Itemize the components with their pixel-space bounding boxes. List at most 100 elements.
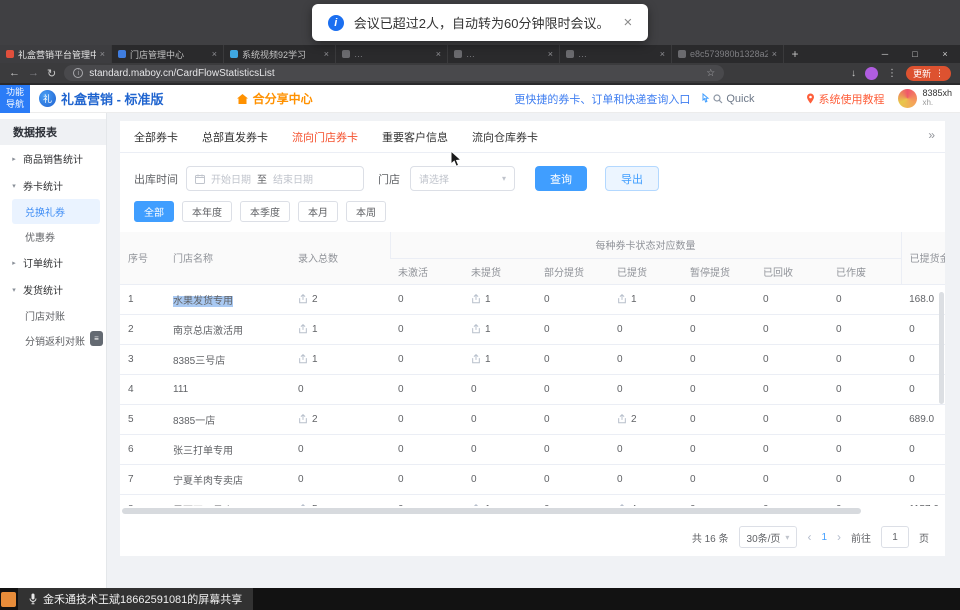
sidebar-item-card-stats[interactable]: ▾ 券卡统计 <box>0 172 106 199</box>
tab-store-flow-cards[interactable]: 流向门店券卡 <box>292 129 358 145</box>
sidebar-item-store-reconciliation[interactable]: 门店对账 <box>0 303 106 328</box>
link-icon[interactable] <box>298 504 308 506</box>
panel-collapse-icon[interactable]: » <box>928 128 933 142</box>
table-row[interactable]: 6 张三打单专用 0 0 0 0 0 0 0 <box>120 434 945 464</box>
sidebar-item-exchange-coupon[interactable]: 兑换礼券 <box>12 199 100 224</box>
prev-page-icon[interactable]: ‹ <box>807 530 811 544</box>
sidebar-item-product-sales[interactable]: ▸ 商品销售统计 <box>0 145 106 172</box>
tab-all-cards[interactable]: 全部券卡 <box>134 129 178 145</box>
link-icon[interactable] <box>298 354 308 364</box>
vertical-scrollbar-thumb[interactable] <box>939 292 944 404</box>
page-size-select[interactable]: 30条/页 ▾ <box>739 526 798 548</box>
row-index: 8 <box>128 504 134 507</box>
link-icon[interactable] <box>298 294 308 304</box>
tab-important-customers[interactable]: 重要客户信息 <box>382 129 448 145</box>
system-tutorial-link[interactable]: 系统使用教程 <box>806 91 884 107</box>
tab-close-icon[interactable]: × <box>212 49 217 59</box>
table-row[interactable]: 5 8385一店 2 0 0 0 2 0 0 <box>120 404 945 434</box>
store-select[interactable]: 请选择 ▾ <box>410 166 515 191</box>
inactive-count: 0 <box>398 294 404 305</box>
taskbar-app-icon[interactable] <box>1 592 16 607</box>
quick-filter-all[interactable]: 全部 <box>134 201 174 222</box>
sidebar-item-discount-coupon[interactable]: 优惠券 <box>0 224 106 249</box>
table-row[interactable]: 4 111 0 0 0 0 0 0 0 <box>120 374 945 404</box>
taskbar: 金禾通技术王斌18662591081的屏幕共享 <box>0 588 960 610</box>
not-picked-count: 1 <box>485 354 491 365</box>
link-icon[interactable] <box>298 414 308 424</box>
share-center-icon <box>236 93 249 105</box>
tab-hq-direct-cards[interactable]: 总部直发券卡 <box>202 129 268 145</box>
inactive-count: 0 <box>398 324 404 335</box>
paused-count: 0 <box>690 384 696 395</box>
chevron-right-icon: ▸ <box>10 259 18 267</box>
date-range-input[interactable]: 开始日期 至 结束日期 <box>186 166 364 191</box>
browser-tab[interactable]: … × <box>560 45 672 63</box>
sidebar-collapse-handle[interactable]: ≡ <box>90 331 103 346</box>
not-picked-count: 0 <box>471 444 477 455</box>
quick-search[interactable]: Quick <box>700 93 754 105</box>
bookmark-star-icon[interactable]: ☆ <box>706 68 715 79</box>
back-icon[interactable]: ← <box>9 67 20 79</box>
goto-page-input[interactable]: 1 <box>881 526 909 548</box>
link-icon[interactable] <box>617 414 627 424</box>
share-center-link[interactable]: 合分享中心 <box>236 90 313 107</box>
url-field[interactable]: i standard.maboy.cn/CardFlowStatisticsLi… <box>64 65 724 81</box>
current-page[interactable]: 1 <box>821 532 827 543</box>
function-nav-button[interactable]: 功能导航 <box>0 85 30 113</box>
next-page-icon[interactable]: › <box>837 530 841 544</box>
sidebar-item-order-stats[interactable]: ▸ 订单统计 <box>0 249 106 276</box>
quick-filter-year[interactable]: 本年度 <box>182 201 232 222</box>
link-icon[interactable] <box>617 504 627 506</box>
link-icon[interactable] <box>471 294 481 304</box>
maximize-button[interactable]: □ <box>900 45 930 63</box>
link-icon[interactable] <box>298 324 308 334</box>
close-icon[interactable]: × <box>623 14 632 31</box>
download-icon[interactable]: ↓ <box>851 68 856 79</box>
link-icon[interactable] <box>471 324 481 334</box>
forward-icon[interactable]: → <box>28 67 39 79</box>
quick-filter-quarter[interactable]: 本季度 <box>240 201 290 222</box>
browser-update-button[interactable]: 更新 ⋮ <box>906 66 951 81</box>
minimize-button[interactable]: ─ <box>870 45 900 63</box>
row-index: 1 <box>128 294 134 305</box>
tab-close-icon[interactable]: × <box>548 49 553 59</box>
browser-tab[interactable]: … × <box>448 45 560 63</box>
not-picked-count: 1 <box>485 324 491 335</box>
table-row[interactable]: 3 8385三号店 1 0 1 0 0 0 0 <box>120 344 945 374</box>
table-row[interactable]: 7 宁夏羊肉专卖店 0 0 0 0 0 0 0 <box>120 464 945 494</box>
export-button[interactable]: 导出 <box>605 166 659 191</box>
table-row[interactable]: 2 南京总店激活用 1 0 1 0 0 0 0 <box>120 314 945 344</box>
site-info-icon[interactable]: i <box>73 68 83 78</box>
tab-close-icon[interactable]: × <box>660 49 665 59</box>
sidebar-item-shipping-stats[interactable]: ▾ 发货统计 <box>0 276 106 303</box>
new-tab-button[interactable]: + <box>784 45 806 63</box>
browser-tab[interactable]: e8c573980b1328a258fd2e6f… × <box>672 45 784 63</box>
browser-tab[interactable]: 门店管理中心 × <box>112 45 224 63</box>
table-row[interactable]: 1 水果发货专用 2 0 1 0 1 0 0 <box>120 284 945 314</box>
favicon <box>118 50 126 58</box>
kebab-menu-icon[interactable]: ⋮ <box>887 68 897 79</box>
browser-profile-avatar[interactable] <box>865 67 878 80</box>
browser-tab[interactable]: 礼盒营销平台管理中心 × <box>0 45 112 63</box>
link-icon[interactable] <box>471 354 481 364</box>
quick-entry-promo-link[interactable]: 更快捷的券卡、订单和快递查询入口 <box>514 91 690 107</box>
tab-close-icon[interactable]: × <box>772 49 777 59</box>
tab-close-icon[interactable]: × <box>100 49 105 59</box>
link-icon[interactable] <box>617 294 627 304</box>
horizontal-scrollbar-thumb[interactable] <box>122 508 861 514</box>
user-menu[interactable]: 8385xh xh. <box>898 89 952 108</box>
tab-warehouse-flow-cards[interactable]: 流向仓库券卡 <box>472 129 538 145</box>
window-close-button[interactable]: × <box>930 45 960 63</box>
table-row[interactable]: 8 墨西哥三号店 5 0 1 0 4 0 0 <box>120 494 945 506</box>
link-icon[interactable] <box>471 504 481 506</box>
screen-share-indicator[interactable]: 金禾通技术王斌18662591081的屏幕共享 <box>18 588 253 610</box>
quick-filter-week[interactable]: 本周 <box>346 201 386 222</box>
goto-unit: 页 <box>919 530 929 545</box>
quick-filter-month[interactable]: 本月 <box>298 201 338 222</box>
tab-close-icon[interactable]: × <box>436 49 441 59</box>
browser-tab[interactable]: 系统视频92学习 × <box>224 45 336 63</box>
refresh-icon[interactable]: ↻ <box>47 67 56 80</box>
tab-close-icon[interactable]: × <box>324 49 329 59</box>
browser-tab[interactable]: … × <box>336 45 448 63</box>
search-button[interactable]: 查询 <box>535 166 587 191</box>
